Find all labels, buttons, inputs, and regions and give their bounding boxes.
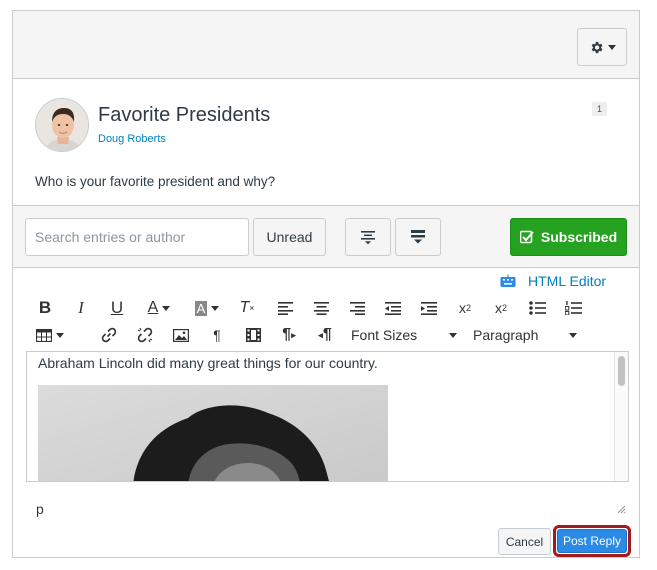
discussion-panel: Favorite Presidents Doug Roberts 1 Who i… xyxy=(12,10,640,558)
bold-icon[interactable]: B xyxy=(33,294,57,322)
html-editor-toggle[interactable]: HTML Editor xyxy=(500,273,606,289)
caret-down-icon xyxy=(569,332,577,338)
html-editor-label: HTML Editor xyxy=(528,273,607,289)
caret-down-icon xyxy=(449,332,457,338)
gear-icon xyxy=(591,41,602,53)
editor-content-area[interactable]: Abraham Lincoln did many great things fo… xyxy=(26,351,629,482)
align-center-icon[interactable] xyxy=(309,294,333,322)
element-path: p xyxy=(36,501,44,517)
lincoln-portrait-image[interactable] xyxy=(38,385,388,481)
author-link[interactable]: Doug Roberts xyxy=(98,133,166,145)
reply-text: Abraham Lincoln did many great things fo… xyxy=(38,355,378,371)
numbered-list-icon[interactable] xyxy=(561,294,585,322)
font-sizes-dropdown[interactable]: Font Sizes xyxy=(351,321,463,349)
outdent-icon[interactable] xyxy=(381,294,405,322)
collapse-threads-icon xyxy=(411,230,425,244)
settings-menu-button[interactable] xyxy=(577,28,627,66)
align-left-icon[interactable] xyxy=(273,294,297,322)
user-avatar-icon xyxy=(36,99,88,151)
search-entries-input[interactable] xyxy=(25,218,249,256)
subscribed-label: Subscribed xyxy=(540,229,618,245)
resize-handle-icon[interactable] xyxy=(617,505,626,514)
discussion-filter-bar: Unread Subscribed xyxy=(13,205,639,268)
checkbox-icon xyxy=(519,230,534,244)
image-icon[interactable] xyxy=(169,321,193,349)
expand-threads-button[interactable] xyxy=(345,218,391,256)
cancel-button[interactable]: Cancel xyxy=(498,528,551,555)
link-icon[interactable] xyxy=(97,321,121,349)
italic-icon[interactable]: I xyxy=(69,294,93,322)
paragraph-format-dropdown[interactable]: Paragraph xyxy=(473,321,583,349)
discussion-header-bar xyxy=(13,11,639,79)
ltr-icon[interactable]: ¶ ▸ xyxy=(277,321,301,349)
unread-count-badge: 1 xyxy=(592,102,607,116)
clear-formatting-icon[interactable]: T × xyxy=(235,294,259,322)
reply-editor: HTML Editor B I U A A T × x2 x2 ¶ ¶ ▸ ◂ … xyxy=(13,269,639,558)
caret-down-icon xyxy=(607,44,616,50)
underline-icon[interactable]: U xyxy=(105,294,129,322)
scrollbar-thumb[interactable] xyxy=(618,356,625,386)
media-icon[interactable] xyxy=(241,321,265,349)
superscript-icon[interactable]: x2 xyxy=(453,294,477,322)
font-sizes-label: Font Sizes xyxy=(351,327,418,343)
editor-scrollbar[interactable] xyxy=(614,352,628,481)
table-icon[interactable] xyxy=(33,321,67,349)
avatar[interactable] xyxy=(35,98,89,152)
discussion-topic: Favorite Presidents Doug Roberts 1 Who i… xyxy=(13,80,639,205)
background-color-icon[interactable]: A xyxy=(189,294,225,322)
subscript-icon[interactable]: x2 xyxy=(489,294,513,322)
post-reply-button[interactable]: Post Reply xyxy=(557,529,627,553)
keyboard-icon xyxy=(500,274,516,287)
bullet-list-icon[interactable] xyxy=(525,294,549,322)
subscribed-toggle-button[interactable]: Subscribed xyxy=(510,218,627,256)
expand-threads-icon xyxy=(361,231,375,245)
unread-filter-button[interactable]: Unread xyxy=(253,218,326,256)
unlink-icon[interactable] xyxy=(133,321,157,349)
indent-icon[interactable] xyxy=(417,294,441,322)
text-color-icon[interactable]: A xyxy=(141,294,177,322)
topic-message: Who is your favorite president and why? xyxy=(35,174,276,189)
align-right-icon[interactable] xyxy=(345,294,369,322)
topic-title: Favorite Presidents xyxy=(98,104,271,126)
rtl-icon[interactable]: ◂ ¶ xyxy=(313,321,337,349)
collapse-threads-button[interactable] xyxy=(395,218,441,256)
paragraph-label: Paragraph xyxy=(473,327,539,343)
paragraph-icon[interactable]: ¶ xyxy=(205,321,229,349)
